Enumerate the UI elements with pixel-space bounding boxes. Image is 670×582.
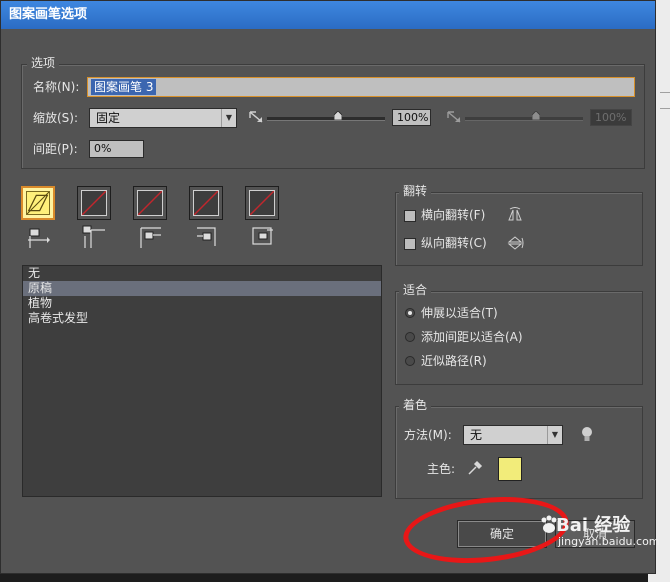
flip-vertical-checkbox[interactable]: [404, 238, 416, 250]
options-legend: 选项: [27, 56, 60, 70]
pattern-brush-options-dialog: 图案画笔选项 选项 名称(N): 图案画笔 3 缩放(S): 固定 ▼ 100%…: [0, 0, 656, 574]
chevron-down-icon: ▼: [221, 109, 236, 127]
name-input[interactable]: 图案画笔 3: [87, 77, 635, 97]
flip-group: [395, 192, 643, 266]
scale-max-slider-thumb: [531, 111, 540, 120]
dialog-title: 图案画笔选项: [1, 1, 655, 29]
side-tile-icon: [28, 228, 50, 248]
lightbulb-icon[interactable]: [580, 426, 594, 444]
colorization-legend: 着色: [399, 398, 432, 412]
flip-horizontal-icon: [508, 207, 522, 221]
scale-max-slider: [465, 111, 583, 121]
method-select[interactable]: 无 ▼: [463, 425, 563, 445]
scale-max-percent: 100%: [590, 109, 632, 126]
fit-stretch-label[interactable]: 伸展以适合(T): [421, 305, 498, 321]
fit-stretch-radio[interactable]: [405, 308, 415, 318]
side-tile[interactable]: [21, 186, 55, 220]
end-tile[interactable]: [245, 186, 279, 220]
scale-variation-icon: [249, 111, 263, 123]
fit-approximate-path-radio[interactable]: [405, 356, 415, 366]
list-item[interactable]: 植物: [23, 296, 381, 311]
spacing-input[interactable]: 0%: [89, 140, 144, 158]
colorization-group: [395, 406, 643, 499]
start-tile[interactable]: [189, 186, 223, 220]
flip-vertical-label[interactable]: 纵向翻转(C): [421, 235, 487, 251]
pattern-list[interactable]: 无 原稿 植物 高卷式发型: [22, 265, 382, 497]
outer-corner-tile[interactable]: [77, 186, 111, 220]
name-input-value: 图案画笔 3: [91, 79, 157, 95]
flip-legend: 翻转: [399, 184, 432, 198]
fit-approximate-path-label[interactable]: 近似路径(R): [421, 353, 487, 369]
method-label: 方法(M):: [404, 428, 452, 442]
watermark-url: jingyan.baidu.com: [558, 535, 660, 548]
start-tile-icon: [197, 227, 216, 246]
fit-add-space-radio[interactable]: [405, 332, 415, 342]
scale-select-value: 固定: [96, 111, 121, 125]
inner-corner-tile-icon: [140, 227, 161, 248]
flip-horizontal-checkbox[interactable]: [404, 210, 416, 222]
name-label: 名称(N):: [33, 80, 80, 94]
scale-select[interactable]: 固定 ▼: [89, 108, 237, 128]
fit-legend: 适合: [399, 283, 432, 297]
scale-min-percent[interactable]: 100%: [392, 109, 431, 126]
list-item[interactable]: 高卷式发型: [23, 311, 381, 326]
list-item[interactable]: 原稿: [23, 281, 381, 296]
list-item[interactable]: 无: [23, 266, 381, 281]
scale-min-slider-thumb[interactable]: [333, 111, 342, 120]
scale-label: 缩放(S):: [33, 111, 79, 125]
flip-horizontal-label[interactable]: 横向翻转(F): [421, 207, 485, 223]
scale-variation-icon-2: [447, 111, 461, 123]
fit-add-space-label[interactable]: 添加间距以适合(A): [421, 329, 523, 345]
flip-vertical-icon: [507, 236, 524, 250]
method-select-value: 无: [470, 428, 483, 442]
eyedropper-icon[interactable]: [467, 460, 483, 476]
outer-corner-tile-icon: [82, 225, 105, 248]
inner-corner-tile[interactable]: [133, 186, 167, 220]
key-color-swatch[interactable]: [498, 457, 522, 481]
watermark-brand: Bai 经验: [556, 515, 631, 536]
end-tile-icon: [252, 227, 273, 245]
spacing-label: 间距(P):: [33, 142, 78, 156]
key-color-label: 主色:: [427, 462, 456, 476]
chevron-down-icon: ▼: [547, 426, 562, 444]
scale-min-slider[interactable]: [267, 111, 385, 121]
